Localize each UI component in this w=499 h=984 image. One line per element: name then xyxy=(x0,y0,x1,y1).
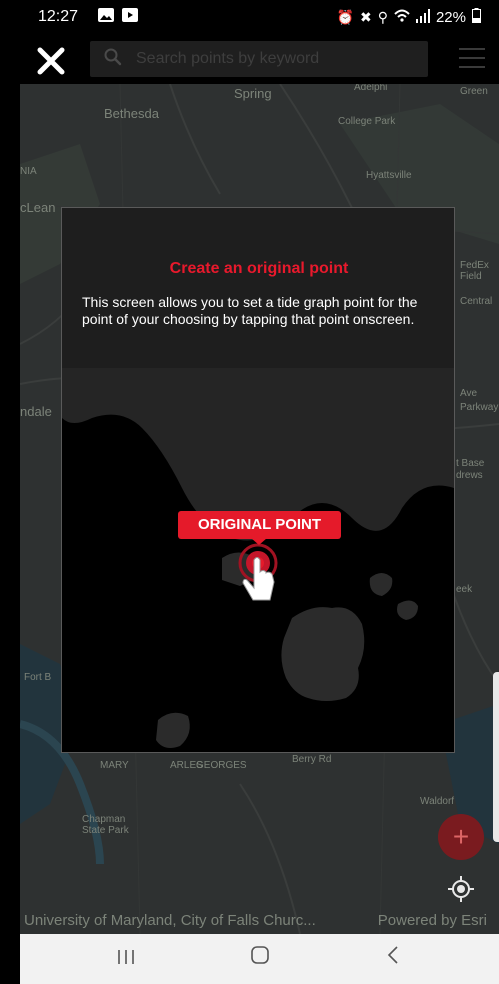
map-label-georges: GEORGES xyxy=(196,760,247,771)
battery-percent: 22% xyxy=(435,8,466,26)
wifi-icon xyxy=(394,9,410,26)
map-label-nia: NIA xyxy=(20,166,37,177)
battery-icon xyxy=(472,8,481,26)
map-label-mary: MARY xyxy=(100,760,129,771)
tutorial-modal[interactable]: Create an original point This screen all… xyxy=(61,207,455,753)
attribution-credits[interactable]: University of Maryland, City of Falls Ch… xyxy=(24,912,316,929)
modal-body: This screen allows you to set a tide gra… xyxy=(82,294,418,327)
menu-icon-line xyxy=(459,57,485,59)
map-label-drews: drews xyxy=(456,470,483,481)
app-screen: 12:27 ⏰ ✖ ⚲ 22% Search points by keyword… xyxy=(20,0,499,984)
label-pointer xyxy=(251,538,267,545)
back-button[interactable] xyxy=(374,942,414,976)
locate-me-button[interactable] xyxy=(446,874,476,904)
map-label-fort: Fort B xyxy=(24,672,52,683)
app-bar xyxy=(20,36,499,84)
map-label-college-park: College Park xyxy=(338,116,396,127)
map-label-base: t Base xyxy=(456,458,485,469)
map-label-andale: ndale xyxy=(20,404,52,419)
map-label-fedex: FedEx Field xyxy=(460,260,489,282)
map-label-eek: eek xyxy=(456,584,473,595)
video-icon xyxy=(122,8,138,25)
back-icon xyxy=(387,946,398,964)
location-icon: ⚲ xyxy=(377,8,388,25)
map-label-central: Central xyxy=(460,296,493,307)
map-label-waldorf: Waldorf xyxy=(420,796,455,807)
map-attribution: University of Maryland, City of Falls Ch… xyxy=(20,912,499,932)
plus-icon: + xyxy=(452,821,470,852)
original-point-label: ORIGINAL POINT xyxy=(178,511,341,539)
gallery-icon xyxy=(98,8,114,25)
recents-button[interactable] xyxy=(106,942,146,976)
search-box[interactable] xyxy=(90,41,428,77)
close-button[interactable] xyxy=(34,44,68,78)
status-time: 12:27 xyxy=(38,8,79,25)
map-label-hyattsville: Hyattsville xyxy=(366,170,412,181)
map-label-parkway: Parkway xyxy=(460,402,499,413)
menu-button[interactable] xyxy=(459,48,485,70)
mute-icon: ✖ xyxy=(359,8,372,25)
map-label-berry-rd: Berry Rd xyxy=(292,754,332,765)
map-label-adelphi: Adelphi xyxy=(354,84,388,93)
signal-icon xyxy=(415,8,430,26)
crosshair-icon xyxy=(448,876,474,902)
status-bar: 12:27 ⏰ ✖ ⚲ 22% xyxy=(20,0,499,36)
recents-icon xyxy=(118,950,134,964)
map-label-chapman: Chapman State Park xyxy=(82,814,129,836)
map-label-spring: Spring xyxy=(234,86,272,101)
side-panel-handle[interactable] xyxy=(493,672,499,842)
search-icon xyxy=(104,48,122,66)
home-icon xyxy=(251,946,269,964)
modal-illustration-map xyxy=(62,368,454,752)
menu-icon-line xyxy=(459,48,485,50)
add-point-button[interactable]: + xyxy=(438,814,484,860)
alarm-icon: ⏰ xyxy=(336,8,354,25)
system-nav-bar xyxy=(20,934,499,984)
map-label-green: Green xyxy=(460,86,488,97)
modal-title: Create an original point xyxy=(169,260,349,277)
close-icon xyxy=(37,47,65,75)
map-label-charles: ARLES xyxy=(170,760,203,771)
menu-icon-line xyxy=(459,66,485,68)
map-label-bethesda: Bethesda xyxy=(104,106,159,121)
map-label-ave: Ave xyxy=(460,388,478,399)
search-input[interactable] xyxy=(136,41,416,77)
home-button[interactable] xyxy=(240,942,280,976)
powered-by-esri[interactable]: Powered by Esri xyxy=(378,912,487,929)
map-label-mclean: cLean xyxy=(20,200,56,215)
